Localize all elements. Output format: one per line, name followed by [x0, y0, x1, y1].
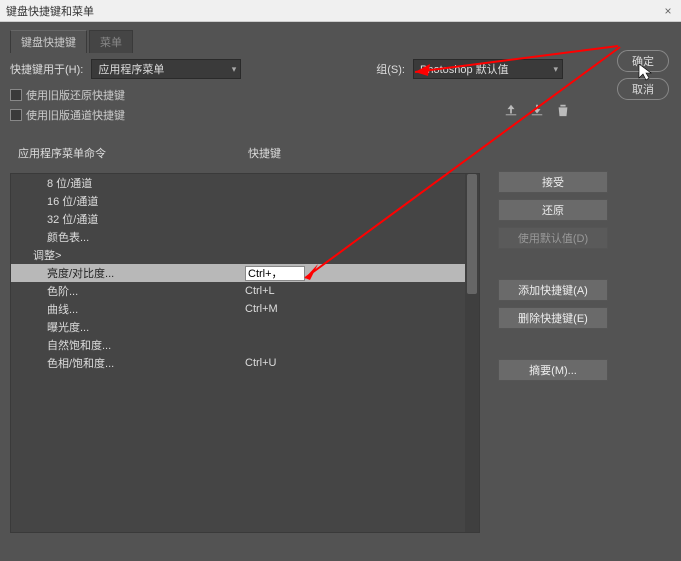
scroll-thumb[interactable] — [467, 174, 477, 294]
tab-menus[interactable]: 菜单 — [89, 30, 133, 53]
list-row[interactable]: 8 位/通道 — [11, 174, 479, 192]
list-row[interactable]: 调整> — [11, 246, 479, 264]
legacy-undo-label: 使用旧版还原快捷键 — [26, 87, 125, 103]
ok-button[interactable]: 确定 — [617, 50, 669, 72]
list-row[interactable]: 自然饱和度... — [11, 336, 479, 354]
list-row[interactable]: 色阶...Ctrl+L — [11, 282, 479, 300]
undo-button[interactable]: 还原 — [498, 199, 608, 221]
column-command-header: 应用程序菜单命令 — [10, 145, 240, 161]
delete-set-icon[interactable] — [555, 102, 571, 118]
save-set-icon[interactable] — [503, 102, 519, 118]
list-row[interactable]: 16 位/通道 — [11, 192, 479, 210]
window-title: 键盘快捷键和菜单 — [6, 3, 94, 19]
set-label: 组(S): — [376, 61, 405, 77]
summarize-button[interactable]: 摘要(M)... — [498, 359, 608, 381]
legacy-channel-checkbox[interactable] — [10, 109, 22, 121]
list-row[interactable]: 32 位/通道 — [11, 210, 479, 228]
list-row[interactable]: 色相/饱和度...Ctrl+U — [11, 354, 479, 372]
row-label: 曲线... — [11, 301, 241, 317]
row-shortcut — [241, 266, 479, 281]
set-select[interactable]: Photoshop 默认值 — [413, 59, 563, 79]
add-shortcut-button[interactable]: 添加快捷键(A) — [498, 279, 608, 301]
row-label: 色相/饱和度... — [11, 355, 241, 371]
new-set-icon[interactable] — [529, 102, 545, 118]
row-label: 色阶... — [11, 283, 241, 299]
row-label: 16 位/通道 — [11, 193, 241, 209]
row-shortcut: Ctrl+M — [241, 303, 479, 315]
row-label: 颜色表... — [11, 229, 241, 245]
scrollbar[interactable] — [465, 174, 479, 532]
accept-button[interactable]: 接受 — [498, 171, 608, 193]
legacy-channel-label: 使用旧版通道快捷键 — [26, 107, 125, 123]
list-row[interactable]: 曲线...Ctrl+M — [11, 300, 479, 318]
list-row[interactable]: 颜色表... — [11, 228, 479, 246]
shortcuts-for-select[interactable]: 应用程序菜单 — [91, 59, 241, 79]
list-row[interactable]: 亮度/对比度... — [11, 264, 479, 282]
shortcuts-for-label: 快捷键用于(H): — [10, 61, 83, 77]
delete-shortcut-button[interactable]: 删除快捷键(E) — [498, 307, 608, 329]
row-label: 亮度/对比度... — [11, 265, 241, 281]
row-label: 曝光度... — [11, 319, 241, 335]
row-label: 自然饱和度... — [11, 337, 241, 353]
shortcut-input[interactable] — [245, 266, 305, 281]
cancel-button[interactable]: 取消 — [617, 78, 669, 100]
close-icon[interactable]: × — [661, 4, 675, 18]
legacy-undo-checkbox[interactable] — [10, 89, 22, 101]
row-shortcut: Ctrl+U — [241, 357, 479, 369]
row-shortcut: Ctrl+L — [241, 285, 479, 297]
shortcut-list: 8 位/通道16 位/通道32 位/通道颜色表...调整>亮度/对比度...色阶… — [10, 173, 480, 533]
row-label: 调整> — [11, 247, 241, 263]
column-shortcut-header: 快捷键 — [240, 145, 480, 161]
shortcuts-for-value: 应用程序菜单 — [98, 61, 164, 77]
set-value: Photoshop 默认值 — [420, 61, 509, 77]
tab-keyboard-shortcuts[interactable]: 键盘快捷键 — [10, 30, 87, 53]
list-row[interactable]: 曝光度... — [11, 318, 479, 336]
row-label: 32 位/通道 — [11, 211, 241, 227]
row-label: 8 位/通道 — [11, 175, 241, 191]
use-default-button[interactable]: 使用默认值(D) — [498, 227, 608, 249]
